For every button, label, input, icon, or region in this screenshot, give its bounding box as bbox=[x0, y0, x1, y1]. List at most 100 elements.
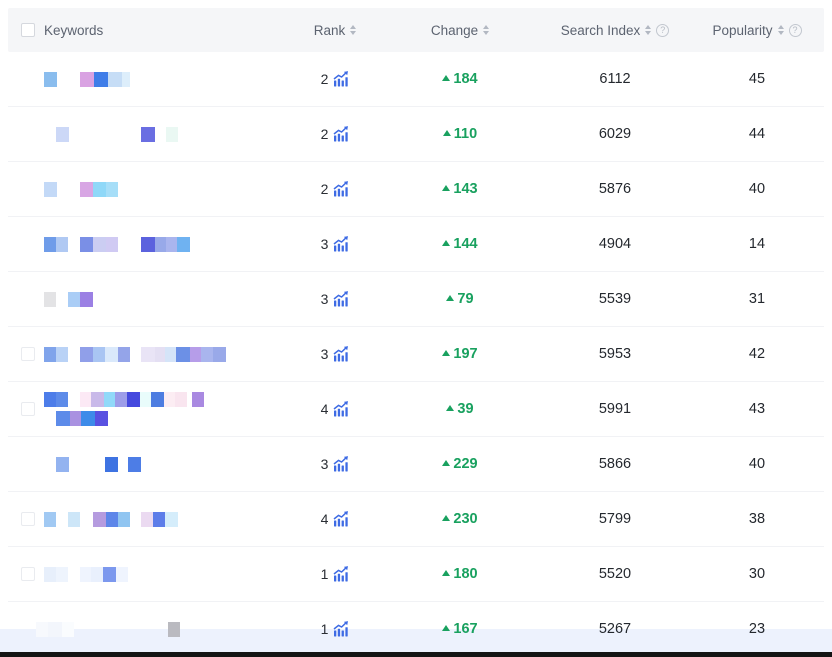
keyword-redacted-blocks bbox=[44, 347, 290, 362]
popularity-value: 14 bbox=[690, 236, 824, 252]
rank-cell: 1 bbox=[290, 621, 380, 637]
change-cell: 229 bbox=[380, 456, 540, 472]
change-cell: 230 bbox=[380, 511, 540, 527]
change-up-arrow-icon bbox=[442, 350, 450, 356]
rank-column-label: Rank bbox=[314, 23, 346, 38]
rank-cell: 2 bbox=[290, 71, 380, 87]
change-cell: 110 bbox=[380, 126, 540, 142]
change-value: 144 bbox=[453, 236, 477, 252]
table-header-row: Keywords Rank Change Search Index ? Popu… bbox=[8, 8, 824, 52]
change-value: 180 bbox=[453, 566, 477, 582]
keyword-cell bbox=[8, 512, 290, 527]
trend-chart-icon[interactable] bbox=[333, 346, 349, 362]
row-checkbox[interactable] bbox=[21, 402, 35, 416]
search-index-value: 5520 bbox=[540, 566, 690, 582]
trend-chart-icon[interactable] bbox=[333, 456, 349, 472]
rank-value: 1 bbox=[321, 566, 329, 582]
popularity-value: 30 bbox=[690, 566, 824, 582]
change-cell: 39 bbox=[380, 401, 540, 417]
keyword-redacted-blocks bbox=[44, 622, 290, 637]
table-row[interactable]: 3 197 5953 42 bbox=[8, 327, 824, 382]
popularity-column-label: Popularity bbox=[712, 23, 772, 38]
keyword-cell bbox=[8, 127, 290, 142]
popularity-value: 40 bbox=[690, 456, 824, 472]
select-all-checkbox[interactable] bbox=[21, 23, 35, 37]
bottom-edge-bar bbox=[0, 652, 832, 657]
change-value: 79 bbox=[457, 291, 473, 307]
header-search-index-cell: Search Index ? bbox=[540, 23, 690, 38]
table-row[interactable]: 2 143 5876 40 bbox=[8, 162, 824, 217]
trend-chart-icon[interactable] bbox=[333, 621, 349, 637]
trend-chart-icon[interactable] bbox=[333, 291, 349, 307]
trend-chart-icon[interactable] bbox=[333, 181, 349, 197]
rank-value: 1 bbox=[321, 621, 329, 637]
search-index-value: 5267 bbox=[540, 621, 690, 637]
table-row[interactable]: 3 79 5539 31 bbox=[8, 272, 824, 327]
trend-chart-icon[interactable] bbox=[333, 126, 349, 142]
keyword-redacted-blocks bbox=[44, 72, 290, 87]
rank-value: 3 bbox=[321, 236, 329, 252]
rank-value: 3 bbox=[321, 456, 329, 472]
rank-value: 4 bbox=[321, 401, 329, 417]
search-index-sort-icon[interactable] bbox=[645, 25, 651, 35]
keyword-table: Keywords Rank Change Search Index ? Popu… bbox=[8, 8, 824, 657]
search-index-value: 6112 bbox=[540, 71, 690, 87]
rank-cell: 2 bbox=[290, 126, 380, 142]
popularity-help-icon[interactable]: ? bbox=[789, 24, 802, 37]
popularity-value: 45 bbox=[690, 71, 824, 87]
keyword-cell bbox=[8, 292, 290, 307]
table-row[interactable]: 4 230 5799 38 bbox=[8, 492, 824, 547]
trend-chart-icon[interactable] bbox=[333, 566, 349, 582]
popularity-value: 42 bbox=[690, 346, 824, 362]
change-value: 167 bbox=[453, 621, 477, 637]
keyword-cell bbox=[8, 567, 290, 582]
search-index-value: 5539 bbox=[540, 291, 690, 307]
popularity-sort-icon[interactable] bbox=[778, 25, 784, 35]
trend-chart-icon[interactable] bbox=[333, 401, 349, 417]
table-row[interactable]: 2 110 6029 44 bbox=[8, 107, 824, 162]
rank-value: 3 bbox=[321, 346, 329, 362]
table-row[interactable]: 3 229 5866 40 bbox=[8, 437, 824, 492]
popularity-value: 43 bbox=[690, 401, 824, 417]
search-index-value: 6029 bbox=[540, 126, 690, 142]
keyword-redacted-blocks bbox=[44, 457, 290, 472]
rank-value: 3 bbox=[321, 291, 329, 307]
row-checkbox[interactable] bbox=[21, 347, 35, 361]
change-value: 230 bbox=[453, 511, 477, 527]
change-value: 39 bbox=[457, 401, 473, 417]
table-body: 2 184 6112 45 bbox=[8, 52, 824, 657]
keyword-cell bbox=[8, 182, 290, 197]
change-up-arrow-icon bbox=[442, 515, 450, 521]
row-checkbox[interactable] bbox=[21, 512, 35, 526]
change-up-arrow-icon bbox=[443, 130, 451, 136]
search-index-value: 5866 bbox=[540, 456, 690, 472]
rank-sort-icon[interactable] bbox=[350, 25, 356, 35]
change-cell: 197 bbox=[380, 346, 540, 362]
trend-chart-icon[interactable] bbox=[333, 511, 349, 527]
keywords-column-label: Keywords bbox=[44, 23, 103, 38]
change-value: 197 bbox=[453, 346, 477, 362]
table-row[interactable]: 1 180 5520 30 bbox=[8, 547, 824, 602]
keyword-cell bbox=[8, 72, 290, 87]
search-index-help-icon[interactable]: ? bbox=[656, 24, 669, 37]
rank-value: 2 bbox=[321, 71, 329, 87]
header-popularity-cell: Popularity ? bbox=[690, 23, 824, 38]
table-row[interactable]: 2 184 6112 45 bbox=[8, 52, 824, 107]
table-row[interactable]: 1 167 5267 23 bbox=[8, 602, 824, 657]
keyword-table-page: Keywords Rank Change Search Index ? Popu… bbox=[0, 0, 832, 657]
rank-value: 2 bbox=[321, 181, 329, 197]
keyword-cell bbox=[8, 392, 290, 426]
table-row[interactable]: 4 39 5991 43 bbox=[8, 382, 824, 437]
popularity-value: 44 bbox=[690, 126, 824, 142]
header-rank-cell: Rank bbox=[290, 23, 380, 38]
rank-cell: 3 bbox=[290, 456, 380, 472]
change-up-arrow-icon bbox=[442, 460, 450, 466]
change-sort-icon[interactable] bbox=[483, 25, 489, 35]
table-row[interactable]: 3 144 4904 14 bbox=[8, 217, 824, 272]
search-index-value: 5991 bbox=[540, 401, 690, 417]
row-checkbox[interactable] bbox=[21, 567, 35, 581]
trend-chart-icon[interactable] bbox=[333, 236, 349, 252]
popularity-value: 23 bbox=[690, 621, 824, 637]
trend-chart-icon[interactable] bbox=[333, 71, 349, 87]
keyword-redacted-blocks bbox=[44, 237, 290, 252]
